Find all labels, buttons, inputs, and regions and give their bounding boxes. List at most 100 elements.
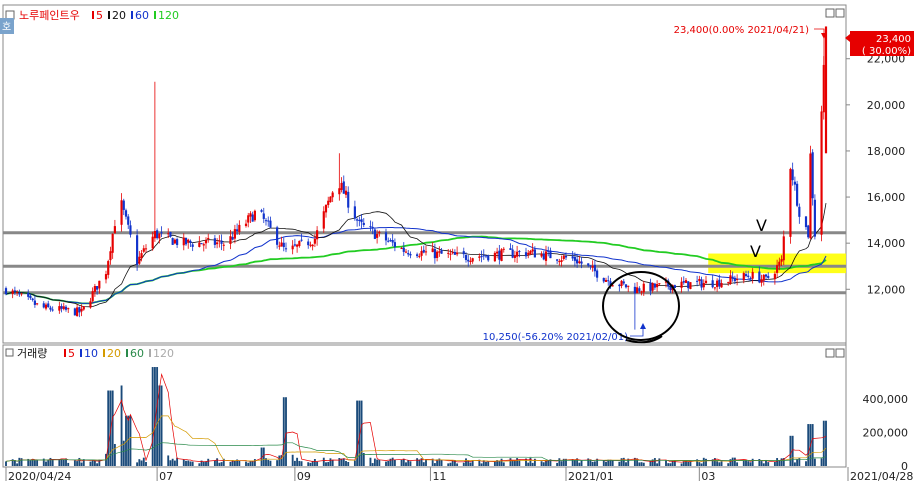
volume-bar xyxy=(51,459,54,466)
candle-body xyxy=(533,249,536,258)
candle-body xyxy=(642,283,645,293)
candle-body xyxy=(436,251,439,258)
candle-body xyxy=(200,243,203,245)
candle-body xyxy=(653,283,656,288)
candle-body xyxy=(358,219,361,221)
volume-bar xyxy=(825,420,827,466)
volume-bar xyxy=(138,459,141,466)
volume-bar xyxy=(16,463,19,466)
candle-body xyxy=(356,219,359,221)
volume-bar xyxy=(238,460,241,466)
volume-bar xyxy=(542,462,545,466)
volume-panel-restore-icon[interactable] xyxy=(825,348,835,358)
volume-bar xyxy=(789,435,792,466)
current-price: 23,400 xyxy=(876,34,911,45)
volume-bar xyxy=(605,461,607,466)
legend-swatch-20 xyxy=(108,11,110,19)
candle-body xyxy=(371,226,374,229)
candle-body xyxy=(140,253,143,258)
volume-bar xyxy=(587,458,590,466)
volume-bar xyxy=(820,458,823,466)
candle-body xyxy=(89,301,92,308)
volume-bar xyxy=(400,460,403,466)
legend-swatch-5 xyxy=(92,11,94,19)
candle-body xyxy=(516,251,519,257)
volume-bar xyxy=(487,461,490,466)
volume-bar xyxy=(229,461,232,466)
volume-bar xyxy=(793,462,796,466)
volume-bar xyxy=(245,461,247,466)
candle-body xyxy=(342,181,345,194)
candle-body xyxy=(704,280,708,284)
volume-bar xyxy=(618,461,621,466)
candle-body xyxy=(480,256,483,258)
candle-body xyxy=(431,248,434,253)
volume-bar xyxy=(540,461,543,466)
candle-body xyxy=(11,290,14,295)
volume-bar xyxy=(360,400,363,466)
candle-body xyxy=(720,283,723,288)
candle-body xyxy=(556,259,559,261)
volume-bar xyxy=(640,462,643,466)
candle-body xyxy=(791,169,794,181)
candle-body xyxy=(384,232,388,241)
candle-body xyxy=(124,210,128,217)
candle-body xyxy=(658,283,661,285)
price-panel-maximize-icon[interactable] xyxy=(835,8,845,18)
volume-bar xyxy=(620,458,623,466)
candle-body xyxy=(362,222,365,225)
candle-body xyxy=(682,281,685,283)
candle-body xyxy=(267,220,270,222)
candle-body xyxy=(269,220,272,228)
candle-body xyxy=(293,244,296,246)
legend-swatch-120 xyxy=(149,349,151,357)
candle-body xyxy=(824,26,828,154)
candle-body xyxy=(78,307,81,313)
volume-bar xyxy=(129,415,132,466)
candle-body xyxy=(544,251,548,261)
volume-bar xyxy=(342,458,345,466)
candle-body xyxy=(347,191,350,208)
candle-body xyxy=(531,249,534,252)
volume-panel-maximize-icon[interactable] xyxy=(835,348,845,358)
volume-bar xyxy=(80,462,83,466)
volume-bar xyxy=(169,460,172,466)
volume-bar xyxy=(247,462,250,466)
candle-body xyxy=(404,251,408,253)
volume-bar xyxy=(580,460,583,466)
volume-bar xyxy=(182,459,185,466)
candle-body xyxy=(591,265,594,268)
legend-label-60: 60 xyxy=(130,347,144,360)
legend-label-5: 5 xyxy=(96,9,103,22)
volume-bar xyxy=(171,458,174,466)
candle-body xyxy=(369,226,372,228)
price-panel-restore-icon[interactable] xyxy=(825,8,835,18)
candle-body xyxy=(589,265,592,267)
volume-bar xyxy=(298,460,301,466)
volume-bar xyxy=(447,463,450,466)
legend-label-60: 60 xyxy=(135,9,149,22)
candle-body xyxy=(482,255,485,257)
volume-bar xyxy=(449,462,452,466)
candle-body xyxy=(142,248,145,252)
candle-body xyxy=(376,233,379,238)
volume-bar xyxy=(433,463,436,466)
candle-body xyxy=(93,286,96,292)
volume-bar xyxy=(267,459,270,466)
legend-toggle[interactable] xyxy=(5,10,15,20)
candle-body xyxy=(620,280,623,286)
candle-body xyxy=(27,292,30,297)
x-tick-label: 03 xyxy=(701,470,715,482)
x-tick-label: 2021/04/28 xyxy=(850,470,913,482)
candle-body xyxy=(713,287,716,289)
volume-bar xyxy=(187,460,190,466)
candle-body xyxy=(113,226,116,234)
candle-body xyxy=(549,250,552,259)
volume-bar xyxy=(649,461,652,466)
candle-body xyxy=(389,240,392,242)
volume-legend-toggle[interactable] xyxy=(5,348,14,357)
candle-body xyxy=(296,244,299,247)
price-y-tick-label: 20,000 xyxy=(867,99,906,112)
volume-bar xyxy=(327,461,330,466)
candle-body xyxy=(542,253,545,260)
